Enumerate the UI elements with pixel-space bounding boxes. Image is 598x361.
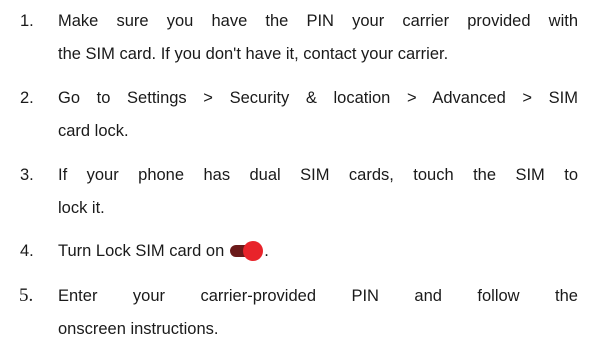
lock-sim-toggle-icon bbox=[230, 241, 264, 261]
step-text-suffix: . bbox=[264, 242, 269, 260]
step-text-line: onscreen instructions. bbox=[58, 320, 219, 338]
step-text-line: card lock. bbox=[58, 122, 129, 140]
step-text-line: Go to Settings > Security & location > A… bbox=[58, 89, 578, 107]
instruction-list: 1. Make sure you have the PIN your carri… bbox=[0, 0, 598, 361]
step-text-line: Enter your carrier-provided PIN and foll… bbox=[58, 287, 578, 305]
toggle-thumb bbox=[243, 241, 264, 261]
step-text-line: lock it. bbox=[58, 199, 105, 217]
step-number: 3. bbox=[20, 166, 34, 184]
step-text-line: Turn Lock SIM card on. bbox=[58, 240, 578, 262]
step-text-line: the SIM card. If you don't have it, cont… bbox=[58, 45, 449, 63]
step-text: Turn Lock SIM card on bbox=[58, 242, 225, 260]
step-number: 1. bbox=[20, 12, 34, 30]
step-text-line: If your phone has dual SIM cards, touch … bbox=[58, 166, 578, 184]
step-number: 4. bbox=[20, 242, 34, 260]
step-text-line: Make sure you have the PIN your carrier … bbox=[58, 12, 578, 30]
step-number: 5. bbox=[19, 285, 34, 306]
step-number: 2. bbox=[20, 89, 34, 107]
